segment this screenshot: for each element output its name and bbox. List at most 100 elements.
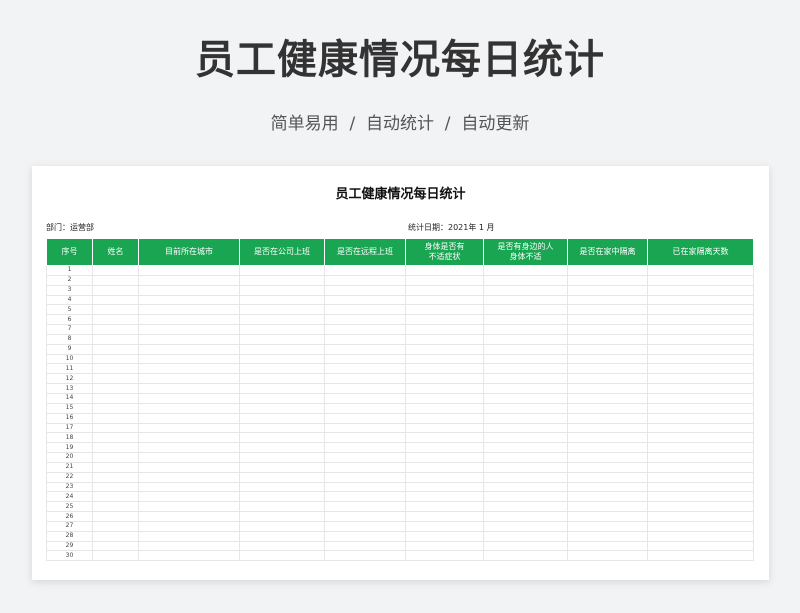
- table-cell[interactable]: [647, 265, 754, 276]
- table-cell[interactable]: [567, 324, 648, 335]
- table-cell[interactable]: [92, 530, 139, 542]
- table-cell[interactable]: [405, 353, 484, 365]
- table-cell[interactable]: [138, 333, 240, 345]
- table-cell[interactable]: [138, 373, 240, 385]
- table-cell[interactable]: [567, 304, 648, 316]
- table-cell[interactable]: [405, 550, 484, 562]
- table-cell[interactable]: [324, 294, 406, 306]
- table-cell[interactable]: [567, 452, 648, 463]
- table-cell[interactable]: [405, 432, 484, 444]
- row-number-cell[interactable]: 16: [46, 412, 93, 424]
- row-number-cell[interactable]: 8: [46, 333, 93, 345]
- table-cell[interactable]: [324, 265, 406, 276]
- table-cell[interactable]: [647, 461, 754, 473]
- row-number-cell[interactable]: 11: [46, 363, 93, 375]
- table-cell[interactable]: [92, 520, 139, 532]
- table-cell[interactable]: [92, 294, 139, 306]
- table-cell[interactable]: [92, 422, 139, 434]
- table-cell[interactable]: [483, 432, 568, 444]
- table-cell[interactable]: [324, 501, 406, 513]
- row-number-cell[interactable]: 15: [46, 402, 93, 414]
- table-cell[interactable]: [239, 412, 325, 424]
- row-number-cell[interactable]: 3: [46, 284, 93, 296]
- table-cell[interactable]: [239, 314, 325, 326]
- table-cell[interactable]: [92, 471, 139, 483]
- row-number-cell[interactable]: 18: [46, 432, 93, 444]
- table-cell[interactable]: [483, 333, 568, 345]
- table-cell[interactable]: [92, 343, 139, 355]
- table-cell[interactable]: [405, 284, 484, 296]
- table-cell[interactable]: [647, 363, 754, 375]
- table-cell[interactable]: [239, 422, 325, 434]
- table-cell[interactable]: [324, 304, 406, 316]
- table-cell[interactable]: [567, 383, 648, 394]
- table-cell[interactable]: [138, 432, 240, 444]
- table-cell[interactable]: [138, 442, 240, 454]
- row-number-cell[interactable]: 4: [46, 294, 93, 306]
- table-cell[interactable]: [567, 520, 648, 532]
- table-cell[interactable]: [647, 540, 754, 552]
- row-number-cell[interactable]: 30: [46, 550, 93, 562]
- table-cell[interactable]: [405, 274, 484, 286]
- table-cell[interactable]: [324, 314, 406, 326]
- table-cell[interactable]: [239, 471, 325, 483]
- table-cell[interactable]: [324, 363, 406, 375]
- table-cell[interactable]: [138, 265, 240, 276]
- table-cell[interactable]: [138, 501, 240, 513]
- table-cell[interactable]: [483, 491, 568, 503]
- table-cell[interactable]: [239, 530, 325, 542]
- table-cell[interactable]: [567, 353, 648, 365]
- table-cell[interactable]: [483, 501, 568, 513]
- table-cell[interactable]: [138, 471, 240, 483]
- table-cell[interactable]: [138, 461, 240, 473]
- table-cell[interactable]: [324, 383, 406, 394]
- table-cell[interactable]: [647, 392, 754, 404]
- row-number-cell[interactable]: 1: [46, 265, 93, 276]
- table-cell[interactable]: [239, 324, 325, 335]
- table-cell[interactable]: [405, 501, 484, 513]
- table-cell[interactable]: [483, 324, 568, 335]
- table-cell[interactable]: [483, 461, 568, 473]
- table-cell[interactable]: [324, 491, 406, 503]
- table-cell[interactable]: [567, 432, 648, 444]
- table-cell[interactable]: [324, 333, 406, 345]
- table-cell[interactable]: [405, 392, 484, 404]
- table-cell[interactable]: [92, 333, 139, 345]
- table-cell[interactable]: [239, 284, 325, 296]
- table-cell[interactable]: [647, 314, 754, 326]
- table-cell[interactable]: [405, 511, 484, 522]
- row-number-cell[interactable]: 27: [46, 520, 93, 532]
- table-cell[interactable]: [405, 294, 484, 306]
- table-cell[interactable]: [324, 353, 406, 365]
- table-cell[interactable]: [647, 550, 754, 562]
- row-number-cell[interactable]: 23: [46, 481, 93, 493]
- table-cell[interactable]: [647, 373, 754, 385]
- table-cell[interactable]: [567, 412, 648, 424]
- table-cell[interactable]: [138, 294, 240, 306]
- row-number-cell[interactable]: 17: [46, 422, 93, 434]
- table-cell[interactable]: [92, 501, 139, 513]
- table-cell[interactable]: [92, 265, 139, 276]
- table-cell[interactable]: [567, 333, 648, 345]
- table-cell[interactable]: [324, 520, 406, 532]
- table-cell[interactable]: [324, 511, 406, 522]
- table-cell[interactable]: [405, 314, 484, 326]
- table-cell[interactable]: [239, 383, 325, 394]
- table-cell[interactable]: [239, 550, 325, 562]
- table-cell[interactable]: [239, 520, 325, 532]
- table-cell[interactable]: [92, 383, 139, 394]
- table-cell[interactable]: [239, 392, 325, 404]
- table-cell[interactable]: [483, 314, 568, 326]
- table-cell[interactable]: [92, 373, 139, 385]
- table-cell[interactable]: [92, 442, 139, 454]
- table-cell[interactable]: [647, 402, 754, 414]
- table-cell[interactable]: [567, 511, 648, 522]
- table-cell[interactable]: [405, 324, 484, 335]
- table-cell[interactable]: [483, 343, 568, 355]
- table-cell[interactable]: [647, 471, 754, 483]
- table-cell[interactable]: [138, 481, 240, 493]
- table-cell[interactable]: [567, 550, 648, 562]
- table-cell[interactable]: [239, 511, 325, 522]
- table-cell[interactable]: [324, 422, 406, 434]
- table-cell[interactable]: [567, 530, 648, 542]
